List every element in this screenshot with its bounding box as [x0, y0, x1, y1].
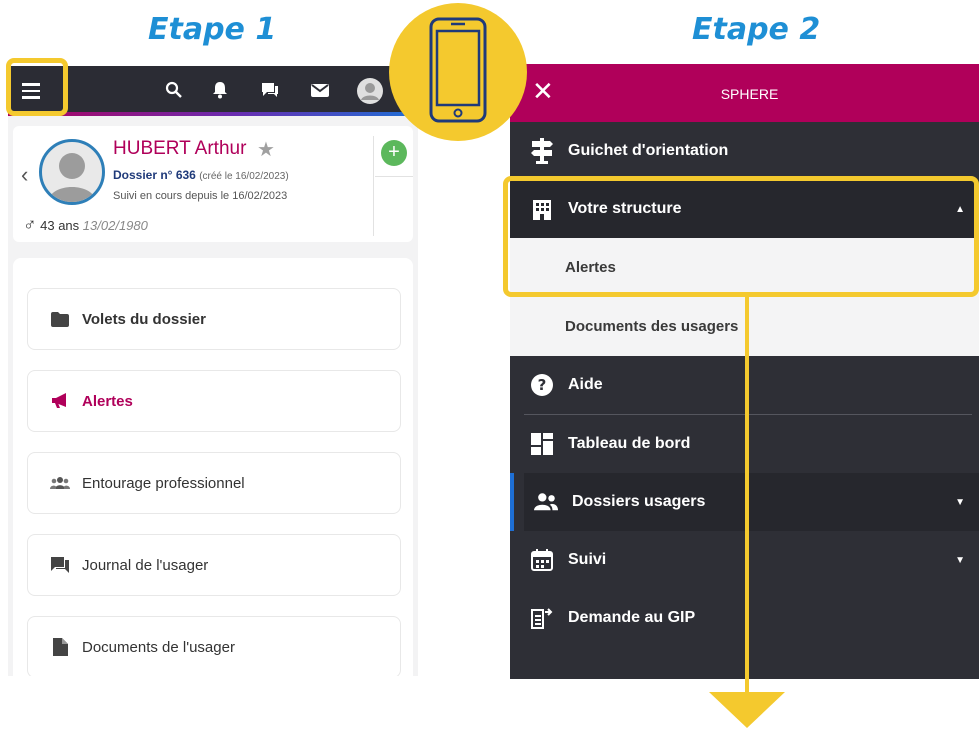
age-value: 43 ans — [40, 218, 80, 233]
dossier-created: (créé le 16/02/2023) — [199, 171, 289, 182]
svg-text:?: ? — [538, 376, 547, 394]
drawer-item-label: Dossiers usagers — [572, 493, 706, 510]
menu-item-documents[interactable]: Documents de l'usager — [27, 616, 401, 676]
signpost-icon — [530, 138, 554, 164]
top-bar — [8, 66, 418, 116]
menu-button[interactable] — [12, 72, 50, 110]
menu-item-journal[interactable]: Journal de l'usager — [27, 534, 401, 596]
megaphone-icon — [50, 391, 70, 411]
folder-icon — [50, 309, 70, 329]
user-avatar-icon[interactable] — [356, 77, 384, 105]
search-icon[interactable] — [162, 78, 186, 102]
mail-icon[interactable] — [308, 78, 332, 102]
step-2-title: Etape 2 — [692, 12, 821, 47]
phone-badge — [389, 3, 527, 141]
caret-up-icon: ▲ — [955, 203, 965, 215]
drawer-item-label: Suivi — [568, 551, 607, 568]
comments-icon — [50, 555, 70, 575]
add-button[interactable]: + — [381, 140, 407, 166]
menu-item-label: Entourage professionnel — [82, 474, 245, 492]
arrow-down-icon — [709, 692, 785, 728]
star-icon[interactable]: ★ — [257, 137, 275, 162]
menu-item-label: Volets du dossier — [82, 310, 206, 328]
caret-down-icon: ▼ — [955, 496, 965, 508]
menu-item-entourage[interactable]: Entourage professionnel — [27, 452, 401, 514]
help-icon: ? — [530, 373, 554, 397]
menu-item-label: Journal de l'usager — [82, 556, 209, 574]
users-icon — [534, 490, 558, 514]
caret-down-icon: ▼ — [955, 554, 965, 566]
file-icon — [50, 637, 70, 657]
drawer-item-label: Demande au GIP — [568, 609, 696, 626]
calendar-icon — [530, 548, 554, 572]
file-export-icon — [530, 606, 554, 630]
step-1-title: Etape 1 — [148, 12, 277, 47]
drawer-item-label: Tableau de bord — [568, 435, 691, 452]
dashboard-icon — [530, 432, 554, 456]
menu-item-volets[interactable]: Volets du dossier — [27, 288, 401, 350]
dossier-menu: Volets du dossier Alertes Entourage prof… — [13, 258, 413, 676]
drawer-item-label: Guichet d'orientation — [568, 142, 729, 159]
patient-name: HUBERT Arthur — [113, 138, 247, 159]
patient-age: ♂ 43 ans 13/02/1980 — [23, 214, 148, 235]
menu-item-label: Alertes — [82, 392, 133, 410]
back-chevron-icon[interactable]: ‹ — [21, 162, 28, 188]
birthdate: 13/02/1980 — [82, 218, 148, 233]
smartphone-icon — [429, 17, 487, 123]
building-icon — [530, 197, 554, 221]
app-title: SPHERE — [720, 86, 779, 102]
card-divider — [373, 136, 374, 236]
chat-icon[interactable] — [258, 78, 282, 102]
drawer-item-structure[interactable]: Votre structure ▲ — [510, 180, 979, 238]
left-phone-screen: ‹ HUBERT Arthur ★ Dossier n° 636 (créé l… — [8, 66, 418, 676]
bell-icon[interactable] — [208, 78, 232, 102]
drawer-item-guichet[interactable]: Guichet d'orientation — [510, 122, 979, 180]
drawer-item-label: Aide — [568, 376, 603, 393]
topbar-accent — [8, 112, 418, 116]
male-icon: ♂ — [23, 214, 37, 234]
suivi-status: Suivi en cours depuis le 16/02/2023 — [113, 190, 288, 202]
group-icon — [50, 473, 70, 493]
drawer-header: ✕ SPHERE — [510, 64, 979, 122]
drawer-subitem-alertes[interactable]: Alertes — [510, 238, 979, 296]
drawer-item-label: Votre structure — [568, 200, 682, 217]
drawer-item-label: Alertes — [565, 258, 616, 276]
patient-avatar — [39, 139, 105, 205]
menu-icon — [22, 83, 40, 86]
menu-item-alertes[interactable]: Alertes — [27, 370, 401, 432]
patient-card: ‹ HUBERT Arthur ★ Dossier n° 636 (créé l… — [13, 126, 413, 242]
drawer-item-label: Documents des usagers — [565, 317, 739, 335]
arrow-line — [745, 296, 749, 696]
dossier-label: Dossier n° 636 — [113, 168, 196, 182]
menu-item-label: Documents de l'usager — [82, 638, 235, 656]
dossier-number: Dossier n° 636 (créé le 16/02/2023) — [113, 168, 289, 182]
card-divider-h — [375, 176, 413, 177]
